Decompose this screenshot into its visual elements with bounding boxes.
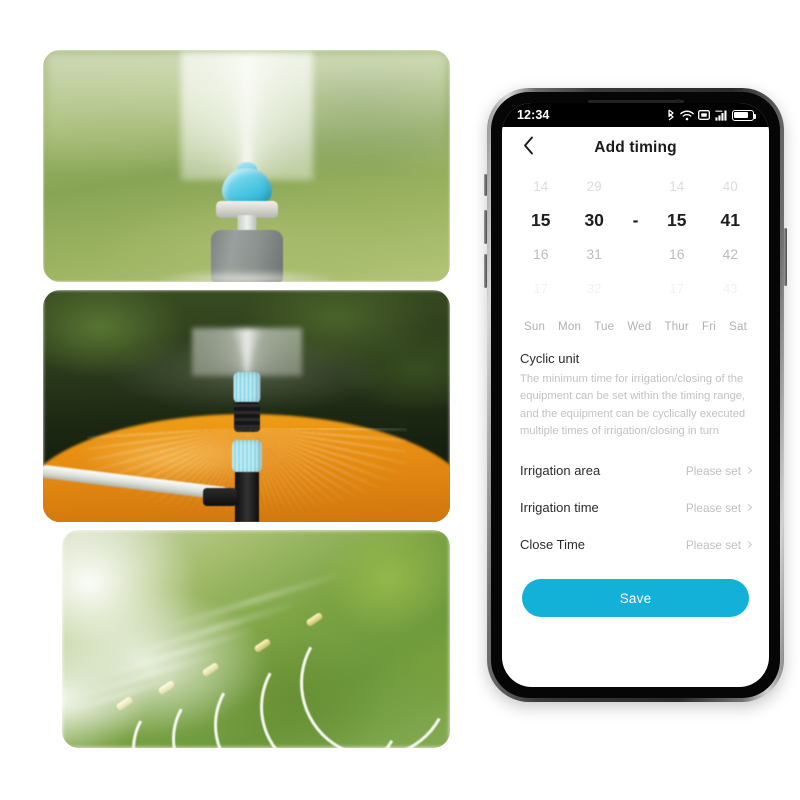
app-header: Add timing	[502, 127, 769, 169]
weekday-sat[interactable]: Sat	[729, 321, 747, 333]
chevron-right-icon	[744, 541, 753, 549]
picker-row-above[interactable]: 14 29 14 40	[502, 169, 769, 203]
setting-value-group: Please set	[685, 463, 753, 478]
battery-icon	[732, 109, 757, 121]
phone-bezel: 12:34 Add timing 14 29 14 40 15 30 - 15 …	[491, 92, 780, 698]
chevron-right-icon	[744, 504, 753, 512]
setting-label: Irrigation area	[520, 463, 601, 479]
weekday-sun[interactable]: Sun	[524, 321, 545, 333]
picker-row-selected[interactable]: 15 30 - 15 41	[502, 203, 769, 237]
picker-cell-start-minute: 32	[586, 280, 602, 296]
status-bar-icons	[667, 109, 757, 121]
settings-list: Irrigation area Please set Irrigation ti…	[502, 452, 769, 564]
page-root: 12:34 Add timing 14 29 14 40 15 30 - 15 …	[0, 0, 800, 800]
setting-value: Please set	[685, 537, 741, 552]
picker-cell-end-minute: 42	[722, 246, 739, 262]
power-button[interactable]	[784, 228, 787, 286]
volume-up-button[interactable]	[484, 210, 487, 244]
product-photo-dual-nozzle-over-pumpkin	[43, 290, 450, 522]
cyclic-unit-description: The minimum time for irrigation/closing …	[520, 373, 746, 438]
mute-switch-button[interactable]	[484, 174, 487, 196]
hose-connector	[203, 488, 237, 506]
picker-selected-start-minute: 30	[584, 209, 604, 230]
setting-value: Please set	[685, 500, 741, 515]
wifi-icon	[679, 110, 694, 121]
weekday-thur[interactable]: Thur	[664, 321, 688, 333]
picker-cell-start-hour: 14	[533, 178, 549, 194]
top-spray-plume	[191, 328, 302, 376]
product-photo-sprinkler-on-lawn	[43, 50, 450, 282]
setting-value-group: Please set	[685, 500, 753, 515]
weekday-wed[interactable]: Wed	[627, 321, 651, 333]
setting-label: Close Time	[520, 537, 586, 553]
picker-selected-end-minute: 41	[720, 209, 740, 230]
status-bar-time: 12:34	[517, 108, 550, 122]
setting-row-irrigation-time[interactable]: Irrigation time Please set	[520, 489, 753, 526]
cyclic-unit-section: Cyclic unit The minimum time for irrigat…	[502, 347, 769, 453]
picker-cell-end-hour: 14	[669, 178, 685, 194]
cyclic-unit-title: Cyclic unit	[520, 351, 580, 366]
phone-screen: 12:34 Add timing 14 29 14 40 15 30 - 15 …	[502, 103, 769, 687]
earpiece-speaker	[587, 100, 684, 103]
setting-value: Please set	[685, 463, 741, 478]
smartphone-mockup: 12:34 Add timing 14 29 14 40 15 30 - 15 …	[484, 88, 787, 702]
chevron-right-icon	[744, 467, 753, 475]
picker-cell-end-hour: 16	[669, 246, 685, 262]
status-bar: 12:34	[502, 103, 769, 127]
weekday-selector[interactable]: Sun Mon Tue Wed Thur Fri Sat	[502, 305, 769, 347]
weekday-tue[interactable]: Tue	[594, 321, 614, 333]
picker-cell-end-minute: 40	[722, 178, 738, 194]
mist-cloud	[62, 530, 326, 748]
volume-down-button[interactable]	[484, 254, 487, 288]
picker-selected-start-hour: 15	[530, 209, 551, 230]
picker-row-faded[interactable]: 17 32 17 43	[502, 271, 769, 305]
bluetooth-icon	[667, 109, 675, 121]
chevron-left-icon	[523, 136, 534, 160]
sim-card-icon	[698, 110, 710, 120]
setting-label: Irrigation time	[520, 500, 599, 516]
picker-cell-start-hour: 17	[533, 280, 548, 296]
lower-nozzle-stem	[234, 472, 259, 522]
setting-row-irrigation-area[interactable]: Irrigation area Please set	[520, 452, 753, 489]
front-camera-icon	[675, 99, 680, 103]
setting-value-group: Please set	[685, 537, 753, 552]
picker-cell-end-hour: 17	[669, 280, 685, 296]
weekday-mon[interactable]: Mon	[558, 321, 581, 333]
weekday-fri[interactable]: Fri	[702, 321, 716, 333]
picker-cell-start-minute: 29	[586, 178, 602, 194]
page-title: Add timing	[594, 139, 677, 156]
product-photo-misting-line-row	[62, 530, 450, 748]
picker-separator: -	[632, 209, 639, 230]
back-button[interactable]	[515, 135, 541, 161]
setting-row-close-time[interactable]: Close Time Please set	[520, 526, 753, 563]
picker-cell-end-minute: 43	[723, 280, 738, 296]
photo-ground-glow	[43, 260, 450, 282]
upper-nozzle	[233, 372, 260, 404]
lower-nozzle	[231, 440, 262, 474]
picker-cell-start-hour: 16	[532, 246, 549, 262]
picker-row-below[interactable]: 16 31 16 42	[502, 237, 769, 271]
signal-bars-icon	[714, 110, 728, 121]
picker-cell-start-minute: 31	[586, 246, 602, 262]
time-picker[interactable]: 14 29 14 40 15 30 - 15 41 16 31 16 42 17…	[502, 169, 769, 305]
picker-selected-end-hour: 15	[667, 209, 687, 230]
save-button[interactable]: Save	[522, 579, 749, 618]
save-button-container: Save	[502, 563, 769, 618]
